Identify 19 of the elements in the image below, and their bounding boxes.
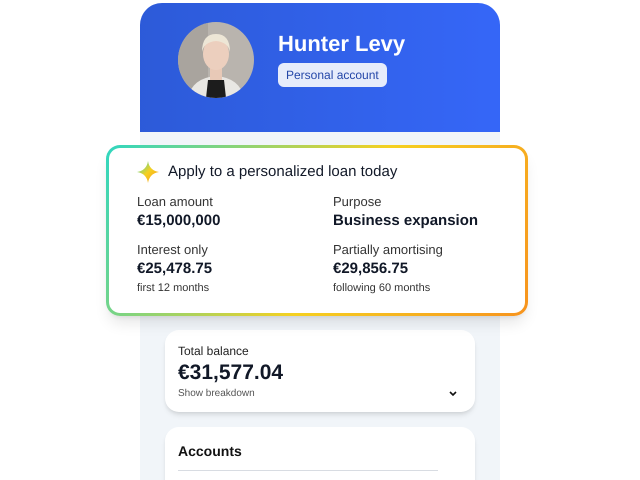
sparkle-icon — [137, 161, 159, 184]
field-note: following 60 months — [333, 280, 432, 296]
chevron-icon[interactable] — [448, 390, 458, 398]
balance-label: Total balance — [178, 343, 250, 360]
field-label: Partially amortising — [333, 240, 444, 258]
field-value: €15,000,000 — [137, 210, 222, 230]
show-breakdown-link[interactable]: Show breakdown — [178, 386, 255, 401]
field-label: Loan amount — [137, 192, 214, 210]
field-label: Purpose — [333, 192, 382, 210]
field-value: Business expansion — [333, 210, 480, 230]
field-value: €25,478.75 — [137, 258, 214, 278]
loan-offer-title: Apply to a personalized loan today — [168, 162, 398, 182]
account-type-badge: Personal account — [278, 62, 387, 86]
user-name: Hunter Levy — [278, 32, 406, 54]
field-value: €29,856.75 — [333, 258, 410, 278]
field-note: first 12 months — [137, 280, 210, 296]
accounts-heading: Accounts — [178, 441, 438, 471]
field-label: Interest only — [137, 240, 209, 258]
balance-amount: €31,577.04 — [178, 360, 284, 386]
